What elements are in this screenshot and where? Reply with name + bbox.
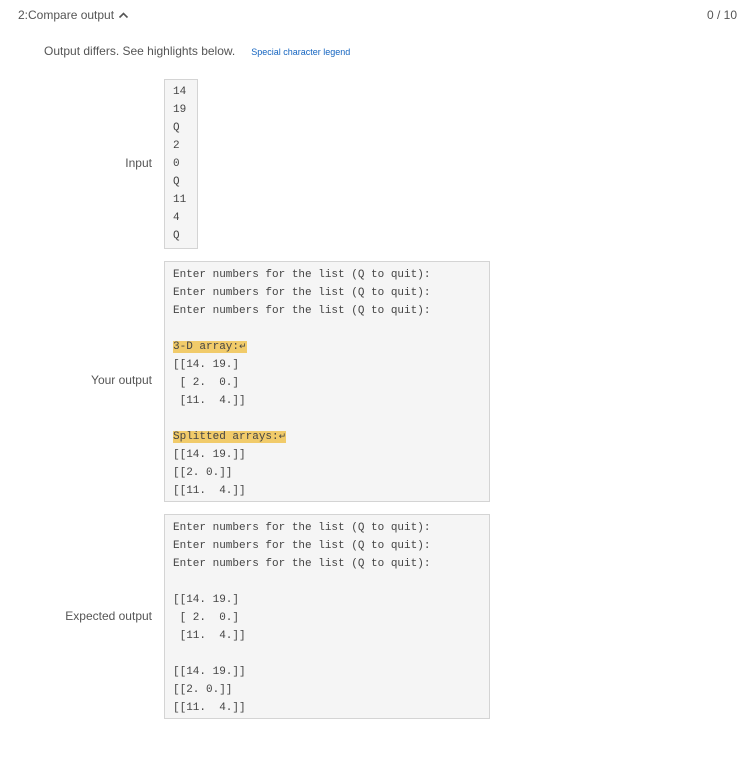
compare-output-toggle[interactable]: 2:Compare output (18, 8, 129, 22)
expected-line: Enter numbers for the list (Q to quit): (173, 522, 431, 534)
output-line: [[14. 19.]] (173, 449, 246, 461)
diff-highlight: 3-D array:↵ (173, 341, 247, 353)
input-line: 4 (173, 212, 180, 224)
output-line: Enter numbers for the list (Q to quit): (173, 269, 431, 281)
input-line: 11 (173, 194, 187, 206)
input-box: 14 19 Q 2 0 Q 11 4 Q (164, 79, 198, 249)
status-row: Output differs. See highlights below. Sp… (44, 44, 350, 58)
section-title: 2:Compare output (18, 8, 115, 22)
output-line: Enter numbers for the list (Q to quit): (173, 287, 431, 299)
expected-line: [ 2. 0.] (173, 612, 240, 624)
input-line: 14 (173, 86, 187, 98)
expected-line: [[14. 19.] (173, 594, 240, 606)
expected-line: [11. 4.]] (173, 630, 246, 642)
input-label: Input (125, 156, 152, 170)
expected-line (173, 573, 481, 591)
input-line: 19 (173, 104, 187, 116)
your-output-label: Your output (91, 373, 152, 387)
output-line: [[14. 19.] (173, 359, 240, 371)
diff-highlight: Splitted arrays:↵ (173, 431, 287, 443)
expected-line: [[11. 4.]] (173, 702, 246, 714)
output-line-highlighted: Splitted arrays:↵ (173, 428, 481, 446)
input-line: Q (173, 122, 180, 134)
expected-output-label: Expected output (65, 609, 152, 623)
newline-icon: ↵ (239, 342, 247, 352)
highlighted-text: Splitted arrays: (173, 431, 279, 443)
score: 0 / 10 (706, 8, 737, 22)
highlighted-text: 3-D array: (173, 341, 240, 353)
input-line: Q (173, 176, 180, 188)
special-character-legend-link[interactable]: Special character legend (251, 47, 350, 57)
your-output-box: Enter numbers for the list (Q to quit): … (164, 261, 490, 502)
output-line: [[11. 4.]] (173, 485, 246, 497)
output-line: [[2. 0.]] (173, 467, 233, 479)
status-message: Output differs. See highlights below. (44, 44, 236, 58)
output-line: [11. 4.]] (173, 395, 246, 407)
input-line: 0 (173, 158, 180, 170)
expected-line: Enter numbers for the list (Q to quit): (173, 540, 431, 552)
output-line: [ 2. 0.] (173, 377, 240, 389)
expected-line: [[14. 19.]] (173, 666, 246, 678)
input-line: Q (173, 230, 180, 242)
expected-line: Enter numbers for the list (Q to quit): (173, 558, 431, 570)
input-line: 2 (173, 140, 180, 152)
output-line-highlighted: 3-D array:↵ (173, 338, 481, 356)
expected-line: [[2. 0.]] (173, 684, 233, 696)
output-line: Enter numbers for the list (Q to quit): (173, 305, 431, 317)
newline-icon: ↵ (278, 432, 287, 442)
expected-line (173, 645, 481, 663)
expected-output-box: Enter numbers for the list (Q to quit): … (164, 514, 490, 719)
chevron-up-icon (118, 12, 129, 19)
